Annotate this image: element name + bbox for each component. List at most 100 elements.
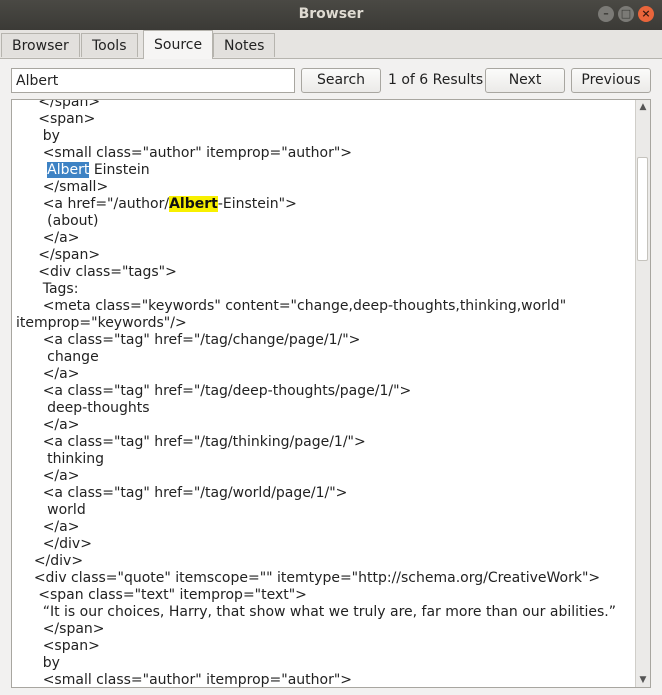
previous-button[interactable]: Previous	[571, 68, 651, 93]
source-line: </a>	[16, 417, 634, 434]
line-text: </a>	[42, 468, 80, 484]
line-text: <a class="tag" href="/tag/deep-thoughts/…	[42, 383, 412, 399]
line-text: <span>	[38, 111, 96, 127]
line-text: </div>	[42, 536, 92, 552]
tab-notes[interactable]: Notes	[213, 33, 276, 57]
scroll-down-icon[interactable]: ▼	[636, 673, 650, 687]
next-button[interactable]: Next	[485, 68, 565, 93]
line-text: change	[47, 349, 99, 365]
line-text: </div>	[33, 553, 84, 569]
line-text: </span>	[42, 621, 105, 637]
line-text: thinking	[47, 451, 105, 467]
source-line: </a>	[16, 366, 634, 383]
source-line: by	[16, 655, 634, 672]
source-line: </a>	[16, 519, 634, 536]
line-text: <meta class="keywords" content="change,d…	[42, 298, 567, 314]
line-text: <small class="author" itemprop="author">	[42, 145, 353, 161]
tab-browser[interactable]: Browser	[1, 33, 80, 57]
source-line: </span>	[16, 247, 634, 264]
tab-bar: Browser Tools Source Notes	[0, 30, 662, 59]
source-line: Albert Einstein	[16, 162, 634, 179]
window-title: Browser	[298, 6, 364, 22]
line-text: (about)	[47, 213, 99, 229]
source-line: <meta class="keywords" content="change,d…	[16, 298, 634, 315]
line-text: itemprop="keywords"/>	[16, 315, 187, 331]
line-text: -Einstein">	[217, 196, 297, 212]
line-text: Einstein	[89, 162, 150, 178]
line-text: </span>	[38, 99, 101, 110]
line-text: <div class="quote" itemscope="" itemtype…	[33, 570, 601, 586]
source-line: Tags:	[16, 281, 634, 298]
source-line: </span>	[16, 99, 634, 111]
search-input[interactable]	[11, 68, 295, 93]
line-text: <a href="/author/	[42, 196, 170, 212]
vertical-scrollbar[interactable]: ▲ ▼	[635, 100, 650, 687]
line-text: by	[42, 128, 60, 144]
scrollbar-thumb[interactable]	[637, 157, 648, 261]
source-line: deep-thoughts	[16, 400, 634, 417]
current-match-highlight: Albert	[47, 162, 90, 178]
source-line: </div>	[16, 536, 634, 553]
source-view[interactable]: </span> <span> by <small class="author" …	[11, 99, 651, 688]
source-line: </a>	[16, 468, 634, 485]
line-text: <a class="tag" href="/tag/change/page/1/…	[42, 332, 361, 348]
source-line: </span>	[16, 621, 634, 638]
line-text: deep-thoughts	[47, 400, 150, 416]
line-text: <a class="tag" href="/tag/thinking/page/…	[42, 434, 366, 450]
source-line: <a class="tag" href="/tag/deep-thoughts/…	[16, 383, 634, 400]
line-text: <a class="tag" href="/tag/world/page/1/"…	[42, 485, 348, 501]
close-icon[interactable]: ×	[638, 6, 654, 22]
source-line: </div>	[16, 553, 634, 570]
title-bar: Browser – □ ×	[0, 0, 662, 30]
source-line: </a>	[16, 230, 634, 247]
source-line: <a class="tag" href="/tag/world/page/1/"…	[16, 485, 634, 502]
line-text: <small class="author" itemprop="author">	[42, 672, 353, 688]
source-line: <a href="/author/Albert-Einstein">	[16, 196, 634, 213]
line-text: </a>	[42, 230, 80, 246]
match-highlight: Albert	[169, 196, 218, 212]
source-line: </small>	[16, 179, 634, 196]
minimize-icon[interactable]: –	[598, 6, 614, 22]
line-text: <span>	[42, 638, 100, 654]
source-line: <div class="quote" itemscope="" itemtype…	[16, 570, 634, 587]
search-button[interactable]: Search	[301, 68, 381, 93]
line-text: </a>	[42, 366, 80, 382]
source-lines: </span> <span> by <small class="author" …	[16, 99, 634, 688]
line-text: by	[42, 655, 60, 671]
line-text: </small>	[42, 179, 109, 195]
source-line: change	[16, 349, 634, 366]
source-line: thinking	[16, 451, 634, 468]
line-text: </span>	[38, 247, 101, 263]
line-text: </a>	[42, 417, 80, 433]
source-line: <span>	[16, 111, 634, 128]
source-line: (about)	[16, 213, 634, 230]
line-text: <span class="text" itemprop="text">	[38, 587, 307, 603]
tab-tools[interactable]: Tools	[81, 33, 138, 57]
tab-source[interactable]: Source	[143, 30, 214, 59]
scroll-up-icon[interactable]: ▲	[636, 100, 650, 114]
maximize-icon[interactable]: □	[618, 6, 634, 22]
